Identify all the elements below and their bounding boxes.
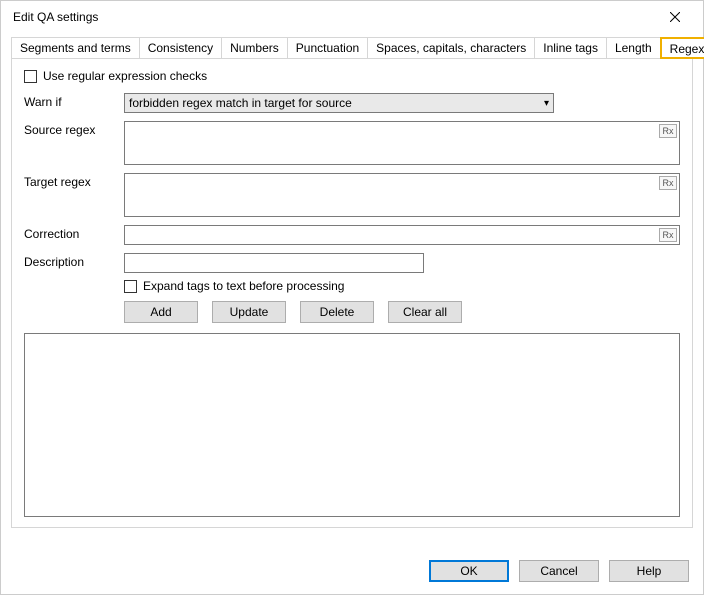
dialog-content: Segments and terms Consistency Numbers P… xyxy=(1,33,703,538)
target-regex-input[interactable]: Rx xyxy=(124,173,680,217)
source-regex-input[interactable]: Rx xyxy=(124,121,680,165)
ok-button[interactable]: OK xyxy=(429,560,509,582)
tab-spaces-capitals-characters[interactable]: Spaces, capitals, characters xyxy=(367,37,535,59)
description-row: Description xyxy=(24,253,680,273)
warn-if-row: Warn if forbidden regex match in target … xyxy=(24,93,680,113)
expand-tags-checkbox[interactable] xyxy=(124,280,137,293)
add-button[interactable]: Add xyxy=(124,301,198,323)
rules-listbox[interactable] xyxy=(24,333,680,517)
clear-all-button[interactable]: Clear all xyxy=(388,301,462,323)
help-button[interactable]: Help xyxy=(609,560,689,582)
tab-segments-and-terms[interactable]: Segments and terms xyxy=(11,37,140,59)
warn-if-label: Warn if xyxy=(24,93,124,109)
use-regex-label: Use regular expression checks xyxy=(43,69,207,83)
source-regex-row: Source regex Rx xyxy=(24,121,680,165)
rx-badge-correction[interactable]: Rx xyxy=(659,228,677,242)
tab-length[interactable]: Length xyxy=(606,37,661,59)
tab-inline-tags[interactable]: Inline tags xyxy=(534,37,607,59)
chevron-down-icon: ▾ xyxy=(544,98,549,109)
warn-if-value: forbidden regex match in target for sour… xyxy=(129,96,352,110)
use-regex-checkbox[interactable] xyxy=(24,70,37,83)
correction-row: Correction Rx xyxy=(24,225,680,245)
action-buttons: Add Update Delete Clear all xyxy=(124,301,680,323)
description-label: Description xyxy=(24,253,124,269)
correction-input[interactable]: Rx xyxy=(124,225,680,245)
titlebar: Edit QA settings xyxy=(1,1,703,33)
warn-if-select[interactable]: forbidden regex match in target for sour… xyxy=(124,93,554,113)
dialog-buttons: OK Cancel Help xyxy=(429,560,689,582)
tab-consistency[interactable]: Consistency xyxy=(139,37,222,59)
target-regex-row: Target regex Rx xyxy=(24,173,680,217)
regex-panel: Use regular expression checks Warn if fo… xyxy=(11,58,693,528)
update-button[interactable]: Update xyxy=(212,301,286,323)
tab-numbers[interactable]: Numbers xyxy=(221,37,288,59)
correction-label: Correction xyxy=(24,225,124,241)
expand-tags-label: Expand tags to text before processing xyxy=(143,279,344,293)
cancel-button[interactable]: Cancel xyxy=(519,560,599,582)
target-regex-label: Target regex xyxy=(24,173,124,189)
expand-tags-row: Expand tags to text before processing xyxy=(124,279,680,293)
source-regex-label: Source regex xyxy=(24,121,124,137)
tab-punctuation[interactable]: Punctuation xyxy=(287,37,368,59)
description-input[interactable] xyxy=(124,253,424,273)
delete-button[interactable]: Delete xyxy=(300,301,374,323)
window-title: Edit QA settings xyxy=(13,10,655,24)
close-button[interactable] xyxy=(655,3,695,31)
tab-regex[interactable]: Regex xyxy=(660,37,704,59)
close-icon xyxy=(670,12,680,22)
tab-strip: Segments and terms Consistency Numbers P… xyxy=(11,37,693,59)
rx-badge-source[interactable]: Rx xyxy=(659,124,677,138)
use-regex-row: Use regular expression checks xyxy=(24,69,680,83)
rx-badge-target[interactable]: Rx xyxy=(659,176,677,190)
